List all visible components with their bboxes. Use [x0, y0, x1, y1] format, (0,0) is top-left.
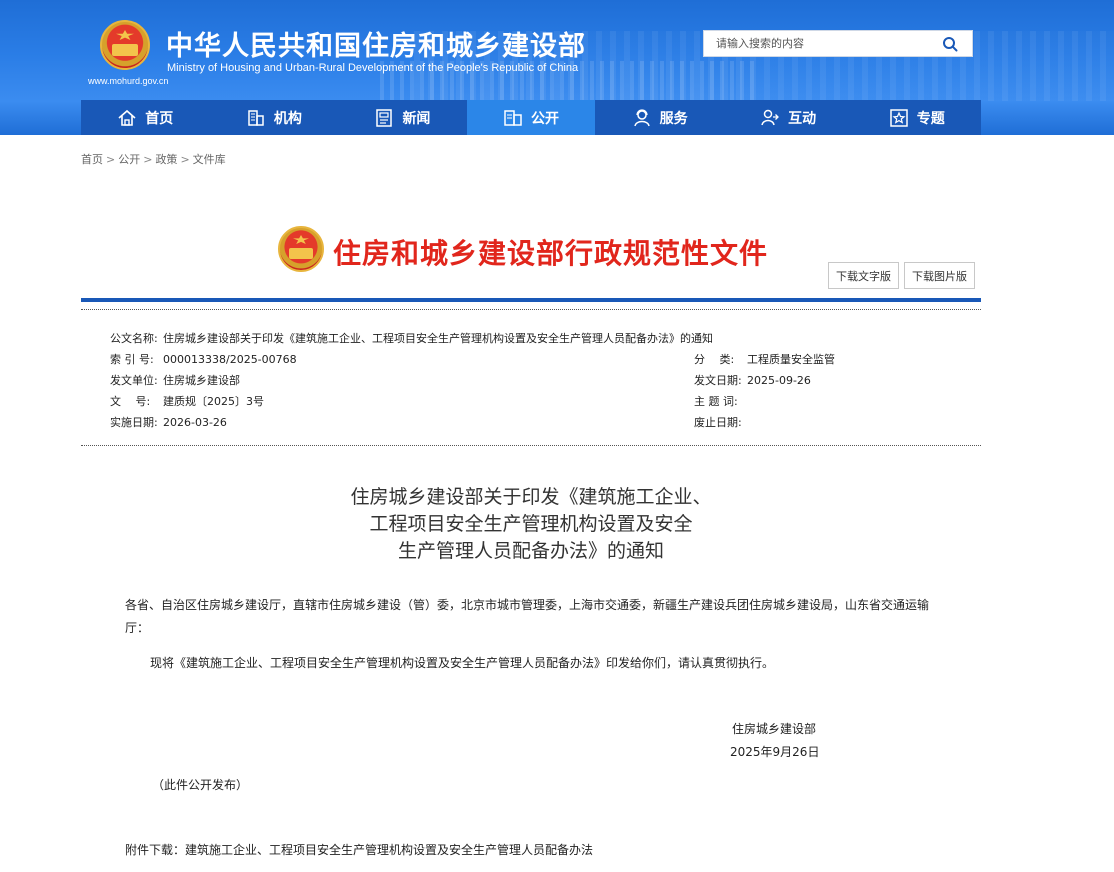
breadcrumb-separator: >: [106, 153, 116, 166]
meta-value: 工程质量安全监管: [747, 353, 835, 366]
article-recipients: 各省、自治区住房城乡建设厅，直辖市住房城乡建设（管）委，北京市城市管理委，上海市…: [125, 598, 930, 612]
nav-label: 专题: [916, 110, 945, 127]
service-icon: [633, 108, 650, 126]
breadcrumb-library[interactable]: 文件库: [193, 153, 226, 166]
meta-key: 分 类:: [694, 353, 735, 366]
site-title-en: Ministry of Housing and Urban-Rural Deve…: [167, 62, 579, 74]
nav-item-interact[interactable]: 互动: [724, 100, 853, 135]
article-body: 现将《建筑施工企业、工程项目安全生产管理机构设置及安全生产管理人员配备办法》印发…: [150, 656, 775, 670]
search-input[interactable]: [704, 31, 930, 56]
doc-divider-dotted-top: [81, 309, 981, 310]
meta-value: 000013338/2025-00768: [163, 353, 297, 366]
nav-item-public[interactable]: 公开: [466, 100, 596, 135]
meta-key: 文 号:: [110, 395, 151, 408]
meta-doc-name: 公文名称: 住房城乡建设部关于印发《建筑施工企业、工程项目安全生产管理机构设置及安…: [110, 330, 713, 346]
nav-label: 服务: [659, 110, 688, 127]
meta-doc-number: 文 号: 建质规〔2025〕3号: [110, 393, 264, 409]
meta-key: 实施日期:: [110, 416, 158, 429]
meta-issue-date: 发文日期: 2025-09-26: [694, 372, 811, 388]
interact-icon: [761, 109, 780, 125]
article-recipients-cont: 厅：: [125, 621, 150, 635]
breadcrumb-home[interactable]: 首页: [81, 153, 103, 166]
meta-category: 分 类: 工程质量安全监管: [694, 351, 835, 367]
meta-index: 索 引 号: 000013338/2025-00768: [110, 351, 297, 367]
breadcrumb-policy[interactable]: 政策: [155, 153, 177, 166]
meta-value: 建质规〔2025〕3号: [163, 395, 264, 408]
building-icon: [248, 109, 264, 126]
doc-emblem-icon: [278, 226, 324, 272]
star-icon: [890, 108, 908, 127]
public-icon: [504, 109, 522, 126]
nav-label: 公开: [531, 110, 560, 127]
meta-value: 2026-03-26: [163, 416, 227, 429]
article-public-note: （此件公开发布）: [152, 778, 249, 792]
nav-item-home[interactable]: 首页: [81, 100, 210, 135]
nav-item-org[interactable]: 机构: [210, 100, 339, 135]
meta-value: 住房城乡建设部: [163, 374, 240, 387]
article-title-line: 工程项目安全生产管理机构设置及安全: [369, 513, 693, 535]
search-icon: [943, 36, 958, 51]
nav-label: 机构: [273, 110, 302, 127]
breadcrumb-separator: >: [143, 153, 153, 166]
meta-effective-date: 实施日期: 2026-03-26: [110, 414, 227, 430]
meta-subject: 主 题 词:: [694, 393, 747, 409]
news-icon: [376, 108, 393, 127]
meta-key: 公文名称:: [110, 332, 158, 345]
doc-divider-dotted-bottom: [81, 445, 981, 446]
attachment-row: 附件下载：建筑施工企业、工程项目安全生产管理机构设置及安全生产管理人员配备办法: [125, 841, 593, 858]
article-title-line: 住房城乡建设部关于印发《建筑施工企业、: [350, 486, 712, 508]
meta-expire-date: 废止日期:: [694, 414, 747, 430]
meta-value: 住房城乡建设部关于印发《建筑施工企业、工程项目安全生产管理机构设置及安全生产管理…: [163, 332, 713, 345]
meta-key: 发文单位:: [110, 374, 158, 387]
article-title-line: 生产管理人员配备办法》的通知: [397, 540, 664, 562]
site-url: www.mohurd.gov.cn: [88, 76, 169, 86]
nav-label: 首页: [145, 110, 174, 127]
meta-key: 主 题 词:: [694, 395, 738, 408]
site-header: www.mohurd.gov.cn 中华人民共和国住房和城乡建设部 Minist…: [0, 0, 1114, 135]
meta-issuer: 发文单位: 住房城乡建设部: [110, 372, 240, 388]
doc-banner-title: 住房和城乡建设部行政规范性文件: [333, 237, 769, 270]
nav-item-topics[interactable]: 专题: [852, 100, 981, 135]
search-box: [703, 30, 973, 57]
nav-label: 新闻: [402, 110, 431, 127]
main-nav: 首页 机构 新闻 公开 服务 互动 专题: [81, 100, 981, 135]
meta-key: 废止日期:: [694, 416, 742, 429]
meta-key: 发文日期:: [694, 374, 742, 387]
download-image-button[interactable]: 下载图片版: [904, 262, 975, 289]
download-text-button[interactable]: 下载文字版: [828, 262, 899, 289]
nav-item-news[interactable]: 新闻: [338, 100, 467, 135]
nav-item-service[interactable]: 服务: [595, 100, 724, 135]
meta-key: 索 引 号:: [110, 353, 154, 366]
doc-divider-blue: [81, 298, 981, 302]
national-emblem-icon[interactable]: [100, 20, 150, 70]
breadcrumb: 首页 > 公开 > 政策 > 文件库: [81, 151, 226, 167]
nav-label: 互动: [788, 110, 817, 127]
article-signer: 住房城乡建设部: [732, 722, 817, 736]
home-icon: [118, 109, 136, 126]
article-title: 住房城乡建设部关于印发《建筑施工企业、 工程项目安全生产管理机构设置及安全 生产…: [81, 484, 981, 565]
attachment-link[interactable]: 建筑施工企业、工程项目安全生产管理机构设置及安全生产管理人员配备办法: [185, 843, 593, 857]
search-button[interactable]: [928, 31, 972, 56]
site-title-cn[interactable]: 中华人民共和国住房和城乡建设部: [166, 24, 586, 63]
attachment-label: 附件下载：: [125, 843, 186, 857]
breadcrumb-separator: >: [180, 153, 190, 166]
meta-value: 2025-09-26: [747, 374, 811, 387]
article-sign-date: 2025年9月26日: [730, 745, 820, 759]
breadcrumb-public[interactable]: 公开: [118, 153, 140, 166]
